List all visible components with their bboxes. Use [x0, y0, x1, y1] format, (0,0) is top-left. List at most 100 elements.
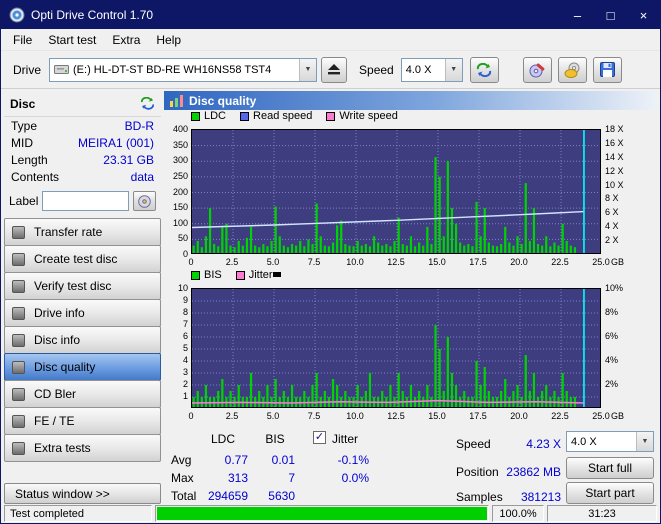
menu-help[interactable]: Help	[148, 31, 189, 49]
y-axis-left-label: 350	[172, 139, 188, 150]
y-axis-right-label: 10%	[605, 283, 624, 293]
x-axis-label: 7.5	[307, 257, 321, 267]
refresh-disc-button[interactable]	[140, 97, 155, 110]
x-axis-label: 15.0	[428, 257, 446, 267]
status-window-button[interactable]: Status window >>	[4, 483, 161, 504]
y-axis-left-label: 5	[182, 343, 188, 353]
sidebar-button-create-test-disc[interactable]: Create test disc	[4, 245, 161, 273]
avg-ldc-value: 0.77	[224, 453, 248, 467]
speed-select-value: 4.0 X	[571, 435, 597, 448]
minimize-button[interactable]: –	[561, 1, 594, 29]
sidebar-buttons: Transfer rate Create test disc Verify test…	[4, 218, 161, 462]
speed-select-toolbar[interactable]: 4.0 X ▼	[400, 57, 463, 82]
cd-bler-icon	[12, 387, 25, 401]
contents-data-link[interactable]: data	[131, 170, 154, 184]
disc-quality-ldc-legend: LDC Read speed Write speed	[191, 110, 398, 122]
field-value: 23.31 GB	[103, 152, 154, 167]
panel-header: Disc quality	[164, 91, 658, 110]
disc-quality-ldc-plot	[191, 129, 601, 254]
y-axis-left-label: 300	[172, 155, 188, 166]
dropdown-arrow-icon[interactable]: ▼	[636, 432, 653, 451]
x-axis-label: 17.5	[469, 411, 487, 421]
sidebar-button-cd-bler[interactable]: CD Bler	[4, 380, 161, 408]
y-axis-right-label: 14 X	[605, 151, 624, 162]
sidebar: Disc Type BD-R MID MEIRA1 (001) Length 2…	[4, 91, 161, 504]
speed-select[interactable]: 4.0 X ▼	[566, 431, 654, 452]
disc-header-label: Disc	[10, 96, 36, 111]
speed-stat-value: 4.23 X	[526, 437, 561, 451]
x-axis-label: 22.5	[551, 411, 569, 421]
position-stat-value: 23862 MB	[506, 465, 561, 479]
field-label: Length	[11, 152, 48, 167]
save-icon	[599, 62, 615, 77]
field-length: Length 23.31 GB	[4, 151, 161, 168]
position-stat-label: Position	[456, 465, 499, 479]
jitter-swatch-icon	[235, 270, 245, 280]
sidebar-button-label: Create test disc	[34, 252, 118, 266]
progress-fill	[157, 507, 487, 520]
sidebar-button-disc-quality[interactable]: Disc quality	[4, 353, 161, 381]
field-mid: MID MEIRA1 (001)	[4, 134, 161, 151]
y-axis-right-label: 2%	[605, 379, 619, 389]
fe-te-icon	[12, 414, 25, 428]
label-input[interactable]	[42, 191, 129, 211]
field-label: Contents	[11, 169, 60, 184]
y-axis-right-label: 6 X	[605, 207, 619, 218]
x-axis-label: 22.5	[551, 257, 569, 267]
x-axis-label: 0	[188, 257, 194, 267]
toolbar: Drive (E:) HL-DT-ST BD-RE WH16NS58 TST4 …	[1, 51, 660, 89]
y-axis-left-label: 10	[177, 283, 188, 293]
disc-quality-icon	[12, 360, 25, 374]
menu-start-test[interactable]: Start test	[40, 31, 104, 49]
sidebar-button-drive-info[interactable]: Drive info	[4, 299, 161, 327]
sidebar-button-disc-info[interactable]: Disc info	[4, 326, 161, 354]
save-button[interactable]	[592, 56, 622, 83]
menu-file[interactable]: File	[5, 31, 40, 49]
sidebar-button-label: FE / TE	[34, 414, 75, 428]
y-axis-right-label: 4 X	[605, 221, 619, 232]
check-icon: ✓	[314, 431, 325, 443]
field-contents: Contents data	[4, 168, 161, 185]
start-part-button[interactable]: Start part	[566, 482, 654, 504]
x-axis-unit-label: GB	[611, 257, 625, 267]
x-axis-label: 20.0	[510, 411, 528, 421]
y-axis-right-label: 18 X	[605, 124, 624, 134]
erase-disc-button[interactable]	[522, 56, 552, 83]
legend-item-read-speed: Read speed	[240, 110, 312, 122]
grab-disc-button[interactable]	[557, 56, 587, 83]
erase-disc-icon	[529, 62, 545, 77]
legend-label: Jitter	[248, 269, 273, 281]
maximize-button[interactable]: □	[594, 1, 627, 29]
close-button[interactable]: ×	[627, 1, 660, 29]
sidebar-button-transfer-rate[interactable]: Transfer rate	[4, 218, 161, 246]
menu-extra[interactable]: Extra	[104, 31, 148, 49]
y-axis-right-label: 6%	[605, 331, 619, 341]
verify-test-disc-icon	[12, 279, 25, 293]
dropdown-arrow-icon[interactable]: ▼	[299, 58, 317, 81]
sidebar-button-fe-te[interactable]: FE / TE	[4, 407, 161, 435]
app-window: Opti Drive Control 1.70 – □ × File Start …	[0, 0, 661, 524]
dropdown-arrow-icon[interactable]: ▼	[444, 58, 462, 81]
y-axis-right-label: 8%	[605, 307, 619, 317]
drive-select[interactable]: (E:) HL-DT-ST BD-RE WH16NS58 TST4 ▼	[49, 57, 318, 82]
refresh-speeds-button[interactable]	[469, 56, 499, 83]
write-speed-swatch-icon	[326, 111, 336, 121]
legend-item-jitter: Jitter	[235, 269, 273, 281]
avg-bis-value: 0.01	[271, 453, 295, 467]
y-axis-left-label: 3	[182, 367, 188, 377]
start-full-button[interactable]: Start full	[566, 457, 654, 479]
sidebar-button-label: CD Bler	[34, 387, 77, 401]
y-axis-left-label: 1	[182, 391, 188, 401]
y-axis-left-label: 100	[172, 217, 188, 228]
total-row-label: Total	[171, 489, 197, 503]
sidebar-button-extra-tests[interactable]: Extra tests	[4, 434, 161, 462]
sidebar-button-verify-test-disc[interactable]: Verify test disc	[4, 272, 161, 300]
eject-button[interactable]	[321, 56, 348, 83]
x-axis-label: 0	[188, 411, 194, 421]
refresh-icon	[477, 62, 492, 77]
jitter-checkbox[interactable]: ✓	[313, 431, 326, 444]
write-label-button[interactable]	[133, 191, 156, 211]
sidebar-button-label: Drive info	[34, 306, 85, 320]
total-ldc-value: 294659	[207, 489, 248, 503]
legend-item-write-speed: Write speed	[326, 110, 398, 122]
